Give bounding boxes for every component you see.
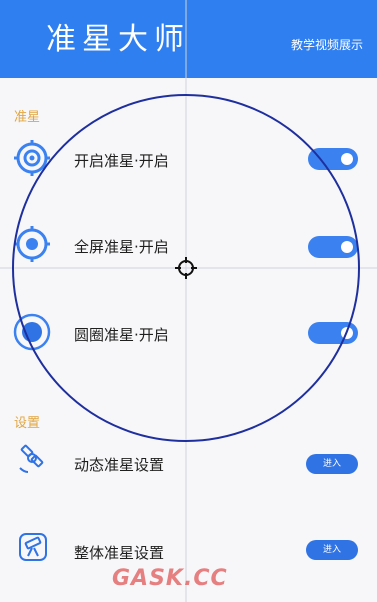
fullscreen-crosshair-toggle[interactable] [308, 236, 358, 258]
row-label: 圆圈准星·开启 [74, 326, 169, 344]
app-header: 准星大师 教学视频展示 [0, 0, 377, 78]
tutorial-video-link[interactable]: 教学视频展示 [291, 36, 363, 53]
app-title: 准星大师 [46, 22, 190, 57]
circle-dot-icon [13, 313, 51, 351]
row-label: 整体准星设置 [74, 544, 165, 562]
row-dynamic-crosshair-settings: 动态准星设置 进入 [0, 436, 377, 492]
toggle-knob [341, 153, 353, 165]
row-circle-crosshair: 圆圈准星·开启 [0, 304, 377, 360]
row-label: 动态准星设置 [74, 456, 165, 474]
dynamic-crosshair-enter-button[interactable]: 进入 [306, 454, 358, 474]
row-label: 全屏准星·开启 [74, 238, 169, 256]
toggle-knob [341, 327, 353, 339]
enable-crosshair-toggle[interactable] [308, 148, 358, 170]
row-fullscreen-crosshair: 全屏准星·开启 [0, 216, 377, 272]
watermark: GASK.CC [112, 566, 228, 591]
crosshair-ring-icon [14, 140, 50, 176]
section-label-settings: 设置 [14, 416, 41, 431]
row-label: 开启准星·开启 [74, 152, 169, 170]
telescope-icon [19, 533, 47, 561]
crosshair-dot-icon [14, 226, 50, 262]
crosshair-overlay [0, 0, 377, 602]
toggle-knob [341, 241, 353, 253]
section-label-crosshair: 准星 [14, 110, 41, 125]
global-crosshair-enter-button[interactable]: 进入 [306, 540, 358, 560]
row-enable-crosshair: 开启准星·开启 [0, 130, 377, 186]
satellite-icon [19, 444, 44, 473]
circle-crosshair-toggle[interactable] [308, 322, 358, 344]
